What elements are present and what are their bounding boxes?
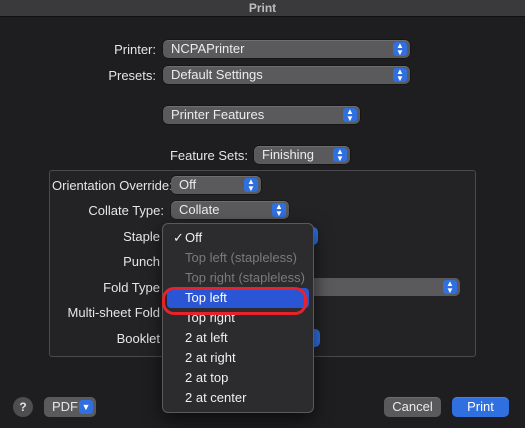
checkmark-icon: ✓ (173, 230, 184, 245)
pdf-label: PDF (52, 399, 78, 414)
fold-type-label: Fold Type (103, 280, 160, 295)
section-value: Printer Features (171, 107, 265, 122)
section-popup[interactable]: Printer Features ▲ ▼ (163, 106, 360, 124)
updown-arrows-icon: ▲ ▼ (244, 178, 258, 193)
menu-item-label: Top left (stapleless) (185, 250, 297, 265)
orientation-override-popup[interactable]: Off ▲ ▼ (171, 176, 261, 194)
staple-label: Staple (123, 229, 160, 244)
booklet-label: Booklet (116, 331, 160, 346)
menu-item-2-at-right[interactable]: 2 at right (167, 348, 309, 368)
collate-type-popup[interactable]: Collate ▲ ▼ (171, 201, 289, 219)
printer-popup[interactable]: NCPAPrinter ▲ ▼ (163, 40, 410, 58)
updown-arrows-icon: ▲ ▼ (443, 280, 457, 295)
menu-item-label: 2 at top (185, 370, 229, 385)
menu-item-label: 2 at left (185, 330, 228, 345)
menu-item-2-at-left[interactable]: 2 at left (167, 328, 309, 348)
updown-arrows-icon: ▲ ▼ (333, 148, 347, 163)
presets-value: Default Settings (171, 67, 263, 82)
window-title: Print (0, 0, 525, 17)
collate-type-label: Collate Type: (88, 203, 164, 218)
menu-item-off[interactable]: ✓ Off (167, 228, 309, 248)
staple-menu: ✓ Off Top left (stapleless) Top right (s… (162, 223, 314, 413)
presets-popup[interactable]: Default Settings ▲ ▼ (163, 66, 410, 84)
orientation-override-label: Orientation Override: (52, 178, 173, 193)
chevron-down-icon: ▼ (79, 400, 93, 414)
presets-label: Presets: (108, 68, 156, 83)
menu-item-top-left-stapleless: Top left (stapleless) (167, 248, 309, 268)
updown-arrows-icon: ▲ ▼ (343, 108, 357, 123)
help-button[interactable]: ? (13, 397, 33, 417)
updown-arrows-icon: ▲ ▼ (272, 203, 286, 218)
menu-item-top-right-stapleless: Top right (stapleless) (167, 268, 309, 288)
menu-item-2-at-top[interactable]: 2 at top (167, 368, 309, 388)
feature-sets-label: Feature Sets: (169, 148, 248, 163)
collate-type-value: Collate (179, 202, 220, 217)
print-button[interactable]: Print (452, 397, 509, 417)
annotation-highlight-ring (162, 287, 307, 315)
updown-arrows-icon: ▲ ▼ (393, 68, 407, 83)
feature-sets-popup[interactable]: Finishing ▲ ▼ (254, 146, 350, 164)
punch-label: Punch (123, 254, 160, 269)
menu-item-2-at-center[interactable]: 2 at center (167, 388, 309, 408)
feature-sets-value: Finishing (262, 147, 315, 162)
menu-item-label: Off (185, 230, 203, 245)
printer-label: Printer: (114, 42, 156, 57)
menu-item-label: 2 at right (185, 350, 236, 365)
menu-item-label: Top right (stapleless) (185, 270, 305, 285)
cancel-button[interactable]: Cancel (384, 397, 441, 417)
updown-arrows-icon: ▲ ▼ (393, 42, 407, 57)
pdf-menu-button[interactable]: PDF ▼ (44, 397, 96, 417)
fold-type-popup[interactable]: ▲ ▼ (300, 278, 460, 296)
printer-value: NCPAPrinter (171, 41, 245, 56)
multi-sheet-fold-label: Multi-sheet Fold (67, 305, 160, 320)
menu-item-label: 2 at center (185, 390, 247, 405)
orientation-override-value: Off (179, 177, 197, 192)
